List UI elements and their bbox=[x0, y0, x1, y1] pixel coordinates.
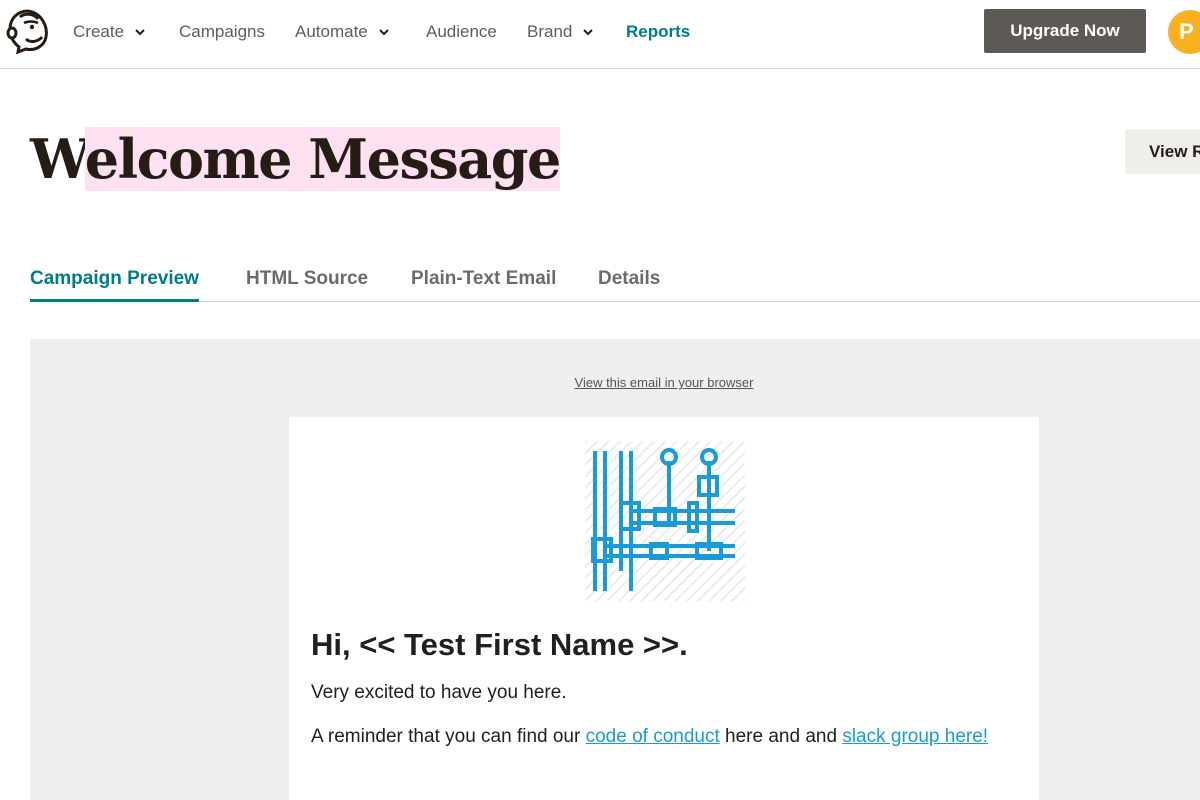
email-body: Hi, << Test First Name >>. Very excited … bbox=[289, 417, 1039, 800]
nav-campaigns-label: Campaigns bbox=[179, 22, 265, 41]
email-paragraph-2: A reminder that you can find our code of… bbox=[311, 722, 1011, 752]
nav-create[interactable]: Create bbox=[73, 20, 146, 44]
email-paragraph-1: Very excited to have you here. bbox=[311, 682, 567, 703]
chevron-down-icon bbox=[379, 29, 389, 36]
avatar[interactable]: P bbox=[1168, 10, 1200, 54]
nav-automate-label: Automate bbox=[295, 22, 368, 41]
page-title[interactable]: Welcome Message bbox=[30, 126, 561, 192]
paragraph-2-middle: here and and bbox=[719, 726, 843, 747]
upgrade-now-button[interactable]: Upgrade Now bbox=[984, 9, 1146, 53]
top-nav: Create Campaigns Automate Audience Brand… bbox=[0, 0, 1200, 69]
tab-details[interactable]: Details bbox=[598, 268, 660, 302]
nav-brand-label: Brand bbox=[527, 22, 573, 41]
nav-campaigns[interactable]: Campaigns bbox=[179, 20, 265, 44]
page-title-first-letter: W bbox=[30, 127, 86, 191]
nav-create-label: Create bbox=[73, 22, 125, 41]
pipes-valves-illustration-icon bbox=[585, 441, 745, 601]
chevron-down-icon bbox=[583, 29, 594, 36]
avatar-initial: P bbox=[1179, 19, 1194, 44]
nav-reports-label: Reports bbox=[626, 22, 691, 41]
view-in-browser-link[interactable]: View this email in your browser bbox=[560, 375, 768, 390]
nav-brand[interactable]: Brand bbox=[527, 20, 594, 44]
page-title-rest: elcome Message bbox=[84, 127, 561, 191]
tab-html-source[interactable]: HTML Source bbox=[246, 268, 368, 302]
nav-audience-label: Audience bbox=[426, 22, 497, 41]
campaign-preview-area: View this email in your browser Hi, << T… bbox=[30, 339, 1200, 800]
tab-campaign-preview[interactable]: Campaign Preview bbox=[30, 268, 199, 302]
code-of-conduct-link[interactable]: code of conduct bbox=[586, 726, 720, 747]
tab-plain-text-email[interactable]: Plain-Text Email bbox=[411, 268, 556, 302]
nav-audience[interactable]: Audience bbox=[426, 20, 497, 44]
nav-automate[interactable]: Automate bbox=[295, 20, 390, 44]
email-greeting: Hi, << Test First Name >>. bbox=[311, 627, 688, 662]
paragraph-2-prefix: A reminder that you can find our bbox=[311, 726, 586, 747]
mailchimp-logo-icon[interactable] bbox=[4, 7, 52, 55]
tab-bar: Campaign Preview HTML Source Plain-Text … bbox=[30, 262, 1200, 302]
chevron-down-icon bbox=[135, 29, 145, 36]
slack-group-link[interactable]: slack group here! bbox=[842, 726, 988, 747]
view-report-button[interactable]: View R bbox=[1125, 129, 1200, 174]
nav-reports[interactable]: Reports bbox=[626, 20, 690, 44]
